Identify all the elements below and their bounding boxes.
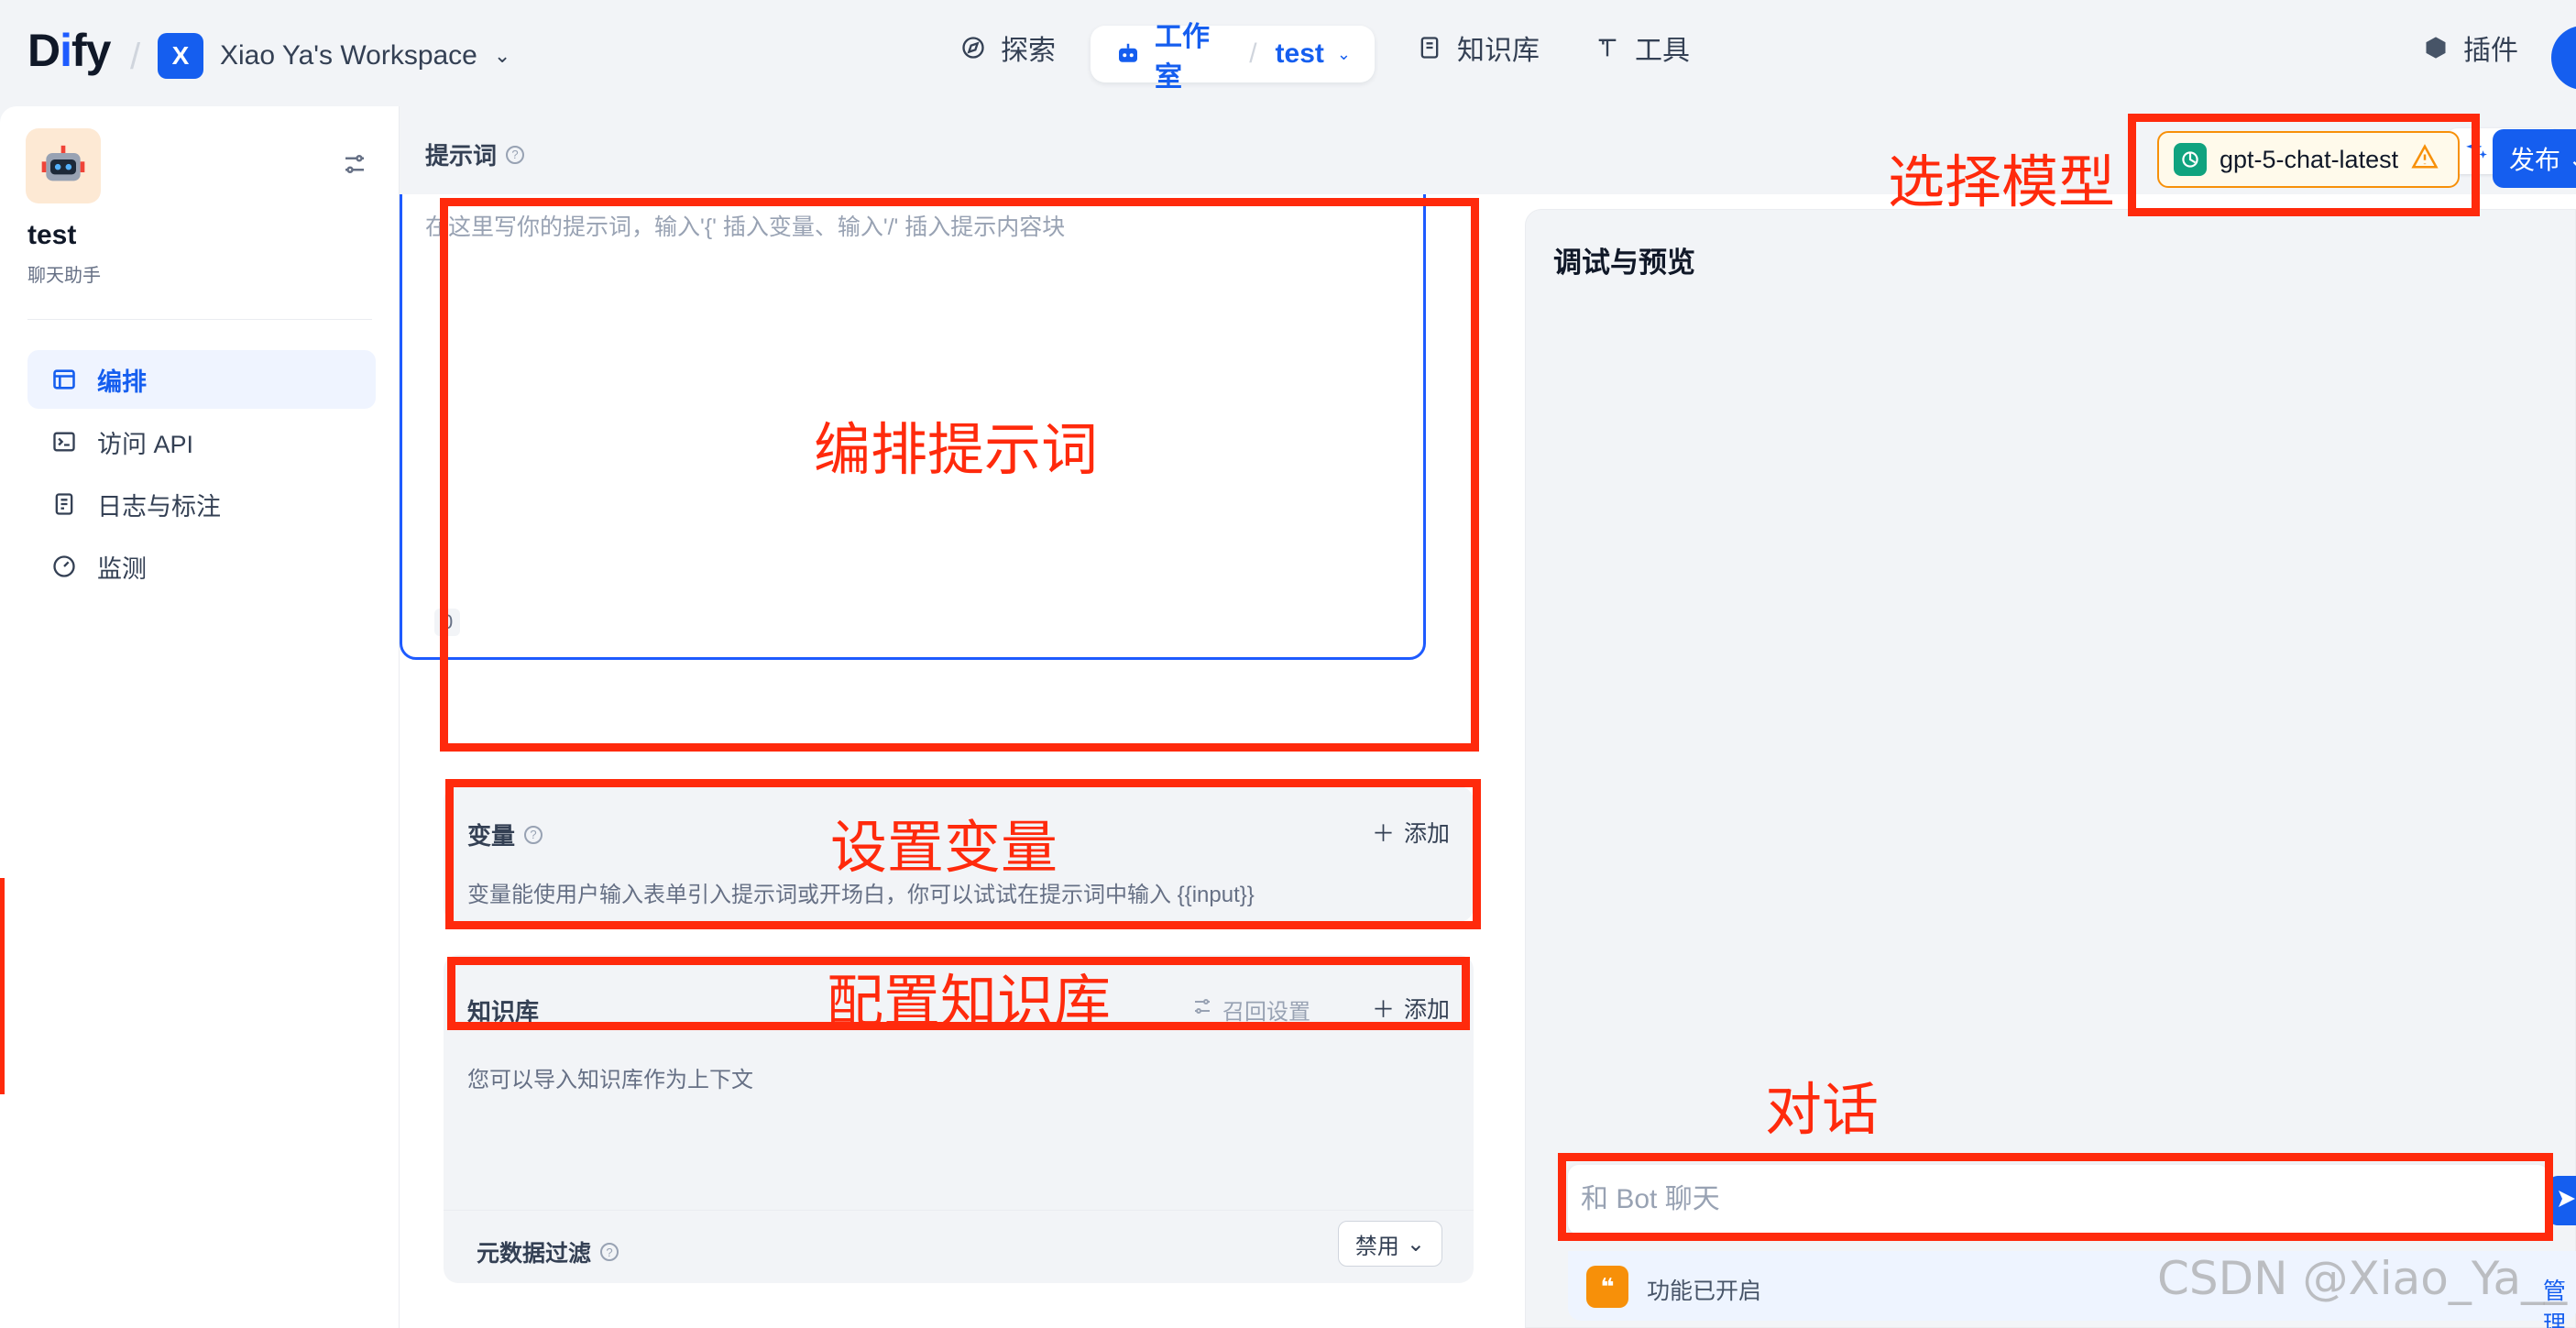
sidebar-item-label: 日志与标注 [97,492,221,521]
annotation-label-model: 选择模型 [1888,148,2116,215]
send-icon [2556,1188,2576,1214]
annotation-box-model [2128,114,2480,216]
sidebar-item-api[interactable]: 访问 API [27,412,376,471]
nav-studio[interactable]: 工作室 / test ⌄ [1091,22,1375,93]
gauge-icon [49,552,79,581]
sidebar-item-label: 访问 API [97,430,194,458]
cube-icon [2421,33,2450,62]
workspace-name: Xiao Ya's Workspace [220,40,477,71]
app-sidebar: test 聊天助手 编排 访问 API 日志与标注 监测 [0,106,400,1328]
sidebar-item-label: 监测 [97,554,147,583]
publish-button[interactable]: 发布 ⌄ [2493,129,2576,188]
divider [444,1210,1474,1211]
chevron-down-icon: ⌄ [2568,144,2576,174]
top-navbar: Dify / X Xiao Ya's Workspace ⌄ 探索 工作室 / … [0,0,2576,106]
nav-explore[interactable]: 探索 [959,27,1056,68]
divider: / [130,37,141,77]
app-robot-icon [26,128,101,203]
nav-plugins[interactable]: 插件 [2421,27,2518,68]
terminal-icon [49,427,79,456]
chevron-down-icon: ⌄ [1406,1231,1425,1257]
divider [27,319,372,320]
metadata-filter-select[interactable]: 禁用 ⌄ [1337,1221,1442,1267]
nav-studio-label: 工作室 [1155,22,1210,93]
nav-plugins-label: 插件 [2463,36,2518,66]
chevron-down-icon: ⌄ [1336,44,1351,63]
debug-title: 调试与预览 [1553,247,1695,279]
nav-tools-label: 工具 [1635,36,1690,66]
nav-knowledge-label: 知识库 [1457,36,1540,66]
quote-icon: ❝ [1586,1266,1628,1308]
watermark: CSDN @Xiao_Ya__ [2157,1252,2568,1305]
workspace-switcher[interactable]: X Xiao Ya's Workspace ⌄ [158,33,510,79]
feature-status: 功能已开启 [1647,1279,1762,1304]
user-avatar[interactable] [2551,26,2576,90]
annotation-label-prompt: 编排提示词 [814,416,1099,483]
book-icon [1415,33,1444,62]
nav-knowledge[interactable]: 知识库 [1415,27,1540,68]
metadata-filter-label: 元数据过滤 ? [477,1235,619,1268]
nav-studio-app[interactable]: test [1276,38,1324,70]
sidebar-item-monitor[interactable]: 监测 [27,537,376,596]
help-icon[interactable]: ? [506,145,525,164]
sidebar-item-orchestrate[interactable]: 编排 [27,350,376,409]
dify-logo[interactable]: Dify [27,24,111,77]
tool-icon [1593,33,1622,62]
compass-icon [959,33,988,62]
annotation-label-chat: 对话 [1765,1076,1880,1143]
annotation-label-variables: 设置变量 [830,814,1058,881]
sidebar-item-logs[interactable]: 日志与标注 [27,475,376,533]
prompt-label: 提示词 ? [425,137,525,171]
log-icon [49,489,79,519]
nav-explore-label: 探索 [1001,36,1056,66]
workspace-badge: X [158,33,203,79]
layout-icon [49,365,79,394]
annotation-label-knowledge: 配置知识库 [827,968,1112,1035]
robot-icon [1114,39,1142,69]
app-name: test [27,220,77,250]
chevron-down-icon: ⌄ [493,44,511,67]
edge-marker [0,878,5,1094]
knowledge-desc: 您可以导入知识库作为上下文 [467,1068,753,1092]
annotation-box-chat [1558,1153,2553,1241]
app-type: 聊天助手 [27,266,101,286]
divider: / [1249,38,1257,69]
prompt-header: 提示词 ? 生成 [400,106,2576,194]
nav-tools[interactable]: 工具 [1593,27,1690,68]
sliders-icon[interactable] [341,150,368,182]
help-icon[interactable]: ? [600,1243,619,1261]
sidebar-item-label: 编排 [97,368,147,396]
